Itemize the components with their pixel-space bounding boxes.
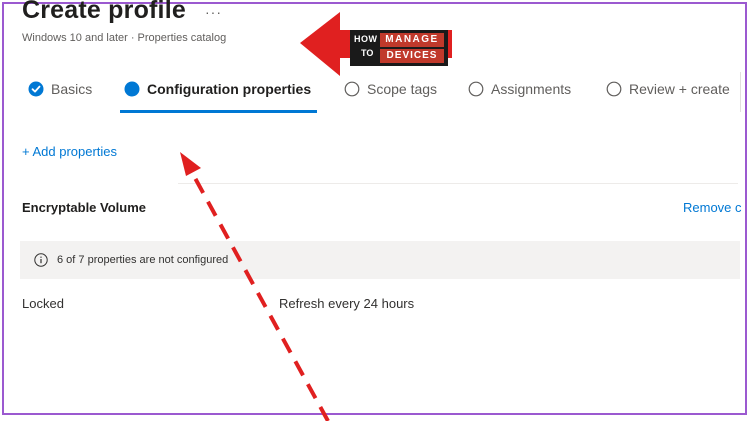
logo-to: TO	[361, 48, 374, 58]
how-to-manage-devices-logo: HOW TO MANAGE DEVICES	[350, 30, 448, 66]
annotation-dashed-line	[193, 177, 330, 421]
annotation-dashed-arrowhead	[180, 152, 201, 176]
logo-how: HOW	[354, 34, 378, 44]
logo-devices: DEVICES	[380, 49, 444, 63]
logo-manage: MANAGE	[380, 33, 444, 47]
